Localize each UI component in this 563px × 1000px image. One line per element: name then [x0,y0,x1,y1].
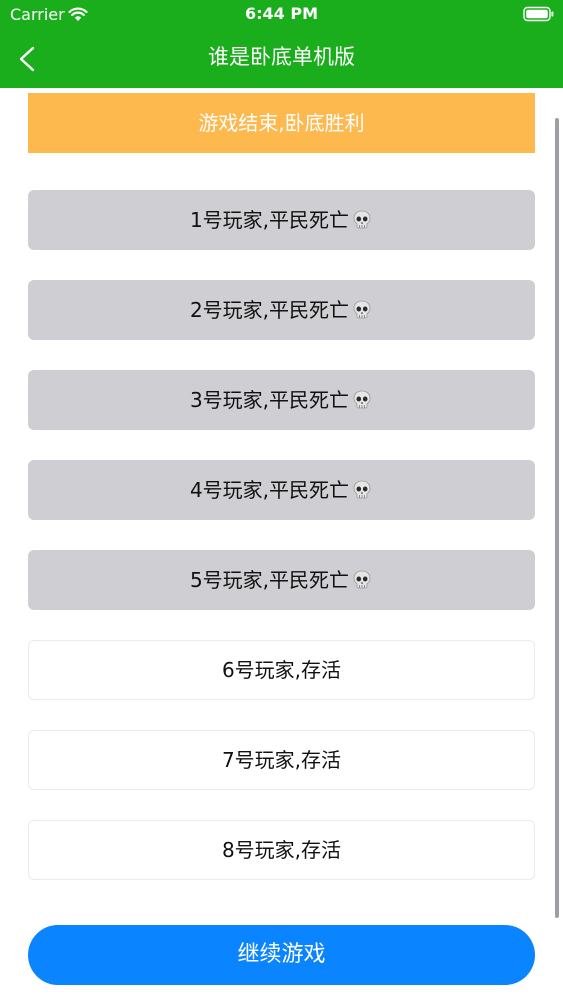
status-bar: Carrier 6:44 PM [0,0,563,30]
continue-game-button[interactable]: 继续游戏 [28,925,535,985]
battery-icon [523,6,554,22]
player-row-1[interactable]: 1号玩家,平民死亡 [28,190,535,250]
top-bar: Carrier 6:44 PM 谁是卧底单机版 [0,0,563,88]
player-row-7[interactable]: 7号玩家,存活 [28,730,535,790]
skull-icon [353,300,371,318]
player-label: 8号玩家,存活 [221,838,342,862]
skull-icon [353,570,371,588]
player-row-2[interactable]: 2号玩家,平民死亡 [28,280,535,340]
scroll-indicator[interactable] [555,118,559,918]
skull-icon [353,390,371,408]
player-row-5[interactable]: 5号玩家,平民死亡 [28,550,535,610]
player-label: 7号玩家,存活 [221,748,342,772]
nav-bar: 谁是卧底单机版 [0,30,563,88]
player-label: 2号玩家,平民死亡 [189,298,350,322]
player-label: 1号玩家,平民死亡 [189,208,350,232]
player-list: 1号玩家,平民死亡 2号玩家,平民死亡 3号玩家,平民死亡 4号玩家,平民死亡 … [28,190,535,910]
clock: 6:44 PM [244,4,318,23]
player-label: 5号玩家,平民死亡 [189,568,350,592]
player-row-3[interactable]: 3号玩家,平民死亡 [28,370,535,430]
player-row-6[interactable]: 6号玩家,存活 [28,640,535,700]
game-result-screen: Carrier 6:44 PM 谁是卧底单机版 游戏结束,卧底胜利 1号玩家,平… [0,0,563,1000]
player-label: 3号玩家,平民死亡 [189,388,350,412]
skull-icon [353,480,371,498]
player-row-8[interactable]: 8号玩家,存活 [28,820,535,880]
page-title: 谁是卧底单机版 [208,45,355,69]
result-banner: 游戏结束,卧底胜利 [28,93,535,153]
skull-icon [353,210,371,228]
player-label: 6号玩家,存活 [221,658,342,682]
player-label: 4号玩家,平民死亡 [189,478,350,502]
player-row-4[interactable]: 4号玩家,平民死亡 [28,460,535,520]
